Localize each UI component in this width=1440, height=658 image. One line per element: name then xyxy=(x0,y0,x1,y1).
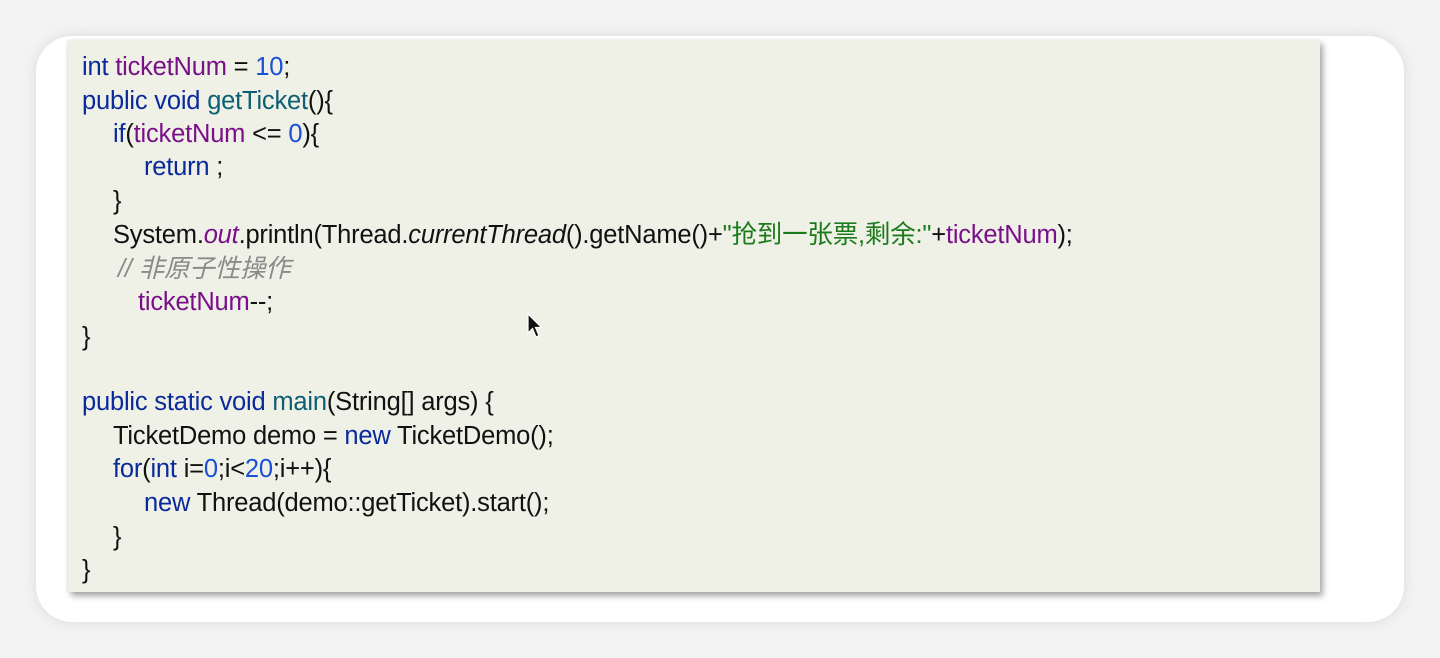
code-token: 10 xyxy=(255,53,284,81)
code-line-8: ticketNum--; xyxy=(138,285,273,319)
code-token: public void xyxy=(82,87,201,115)
code-token: for xyxy=(113,455,143,483)
code-line-2: public void getTicket(){ xyxy=(82,84,333,118)
code-token: getTicket xyxy=(207,87,308,115)
code-token: + xyxy=(931,221,946,249)
code-token: main xyxy=(272,388,327,416)
code-token: new xyxy=(344,422,391,450)
code-token: ;i++){ xyxy=(272,455,332,483)
code-token: 0 xyxy=(203,455,218,483)
code-token: ticketNum xyxy=(115,53,227,81)
code-line-4: return ; xyxy=(144,150,223,184)
code-token: 0 xyxy=(288,120,303,148)
code-token: } xyxy=(82,556,91,584)
code-token: new xyxy=(144,489,191,517)
code-token: = xyxy=(226,53,256,81)
code-token: --; xyxy=(249,288,274,316)
code-token: TicketDemo demo = xyxy=(113,422,345,450)
code-comment: // 非原子性操作 xyxy=(118,255,291,283)
code-token: int xyxy=(82,53,109,81)
code-token: .println(Thread. xyxy=(238,221,409,249)
code-line-9: } xyxy=(82,320,91,354)
code-token: if xyxy=(113,120,126,148)
code-token: ( xyxy=(125,120,134,148)
code-token: TicketDemo(); xyxy=(390,422,554,450)
code-token: } xyxy=(113,187,122,215)
code-token: ); xyxy=(1057,221,1073,249)
code-token: i= xyxy=(176,455,204,483)
code-token: ; xyxy=(209,153,224,181)
code-token: } xyxy=(113,523,122,551)
code-token: 20 xyxy=(244,455,273,483)
code-line-14: } xyxy=(113,520,122,554)
code-token: currentThread xyxy=(408,221,566,249)
code-token: ;i< xyxy=(217,455,245,483)
code-token: ticketNum xyxy=(133,120,246,148)
code-line-3: if(ticketNum <= 0){ xyxy=(113,117,319,151)
code-token: int xyxy=(150,455,177,483)
code-token: (){ xyxy=(307,87,333,115)
code-token: <= xyxy=(245,120,289,148)
code-line-7: // 非原子性操作 xyxy=(118,252,291,286)
code-string: "抢到一张票,剩余:" xyxy=(722,221,932,249)
code-line-13: new Thread(demo::getTicket).start(); xyxy=(144,486,549,520)
code-line-6: System.out.println(Thread.currentThread(… xyxy=(113,218,1073,252)
code-token: } xyxy=(82,323,91,351)
code-token: return xyxy=(144,153,210,181)
code-token: public static void xyxy=(82,388,266,416)
mouse-pointer-icon xyxy=(527,313,543,338)
code-token: ticketNum xyxy=(945,221,1058,249)
code-line-11: TicketDemo demo = new TicketDemo(); xyxy=(113,419,554,453)
code-line-1: int ticketNum = 10; xyxy=(82,50,290,84)
code-token: Thread(demo::getTicket).start(); xyxy=(190,489,550,517)
code-token: System. xyxy=(113,221,204,249)
code-token: ticketNum xyxy=(138,288,250,316)
code-token: out xyxy=(203,221,239,249)
code-token: ; xyxy=(283,53,291,81)
code-token: ){ xyxy=(302,120,319,148)
code-token: (String[] args) { xyxy=(326,388,494,416)
code-line-15: } xyxy=(82,553,91,587)
code-line-5: } xyxy=(113,184,122,218)
code-line-12: for(int i=0;i<20;i++){ xyxy=(113,452,331,486)
code-token: ().getName()+ xyxy=(565,221,723,249)
code-line-10: public static void main(String[] args) { xyxy=(82,385,494,419)
